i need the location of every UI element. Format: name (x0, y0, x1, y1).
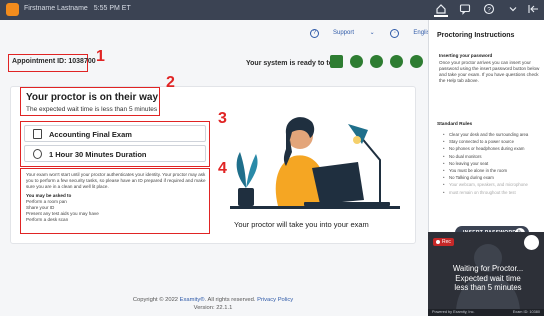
annotation-number-3: 3 (218, 110, 227, 127)
support-label: Support (333, 30, 355, 36)
webcam-icon (370, 55, 383, 68)
globe-icon: ◦ (390, 29, 400, 38)
support-menu[interactable]: ? Support ⌄ (310, 29, 375, 38)
exam-duration: 1 Hour 30 Minutes Duration (49, 150, 147, 159)
chevron-down-icon[interactable] (506, 3, 520, 17)
exam-info-text: Your exam won't start until your proctor… (26, 172, 208, 223)
rule-item: must remain on throughout the test (443, 189, 543, 196)
rule-item: Stay connected to a power source (443, 138, 543, 145)
chat-icon[interactable] (458, 3, 472, 17)
powered-by-text: Powered by Examity, Inc. (432, 310, 475, 314)
appointment-id: Appointment ID: 1038700 (12, 58, 96, 65)
annotation-number-2: 2 (166, 74, 175, 91)
standard-rules-heading: Standard Rules (437, 122, 473, 127)
rule-item: No leaving your seat (443, 160, 543, 167)
microphone-icon (390, 55, 403, 68)
panel-toolbar: ? (428, 0, 544, 20)
info-task: Perform a desk scan (26, 217, 69, 222)
exam-name-row: Accounting Final Exam (24, 125, 206, 142)
rule-item: Clear your desk and the surrounding area (443, 131, 543, 138)
rule-item: You must be alone in the room (443, 167, 543, 174)
waiting-for-proctor: Waiting for Proctor... (452, 264, 524, 273)
annotation-number-1: 1 (96, 48, 105, 65)
proctor-status-title: Your proctor is on their way (26, 92, 159, 103)
user-info: Firstname Lastname 5:55 PM ET (24, 5, 131, 12)
network-icon (410, 55, 423, 68)
help-icon[interactable]: ? (482, 3, 496, 17)
waiting-illustration (230, 117, 400, 209)
version-text: Version: 22.1.1 (193, 305, 233, 311)
exam-id-text: Exam ID: 10380 (512, 310, 540, 314)
annotation-number-4: 4 (218, 160, 227, 177)
copyright-text: Copyright © 2022 (132, 297, 179, 303)
rule-item: Your webcam, speakers, and microphone (443, 181, 543, 188)
clock-time: 5:55 PM ET (93, 5, 131, 12)
wait-duration: less than 5 minutes (454, 283, 522, 292)
illustration-caption: Your proctor will take you into your exa… (234, 220, 369, 229)
expected-wait-label: Expected wait time (455, 273, 521, 283)
examity-link[interactable]: Examity® (180, 297, 205, 303)
rules-list: Clear your desk and the surrounding area… (443, 131, 543, 196)
help-circle-icon: ? (310, 29, 319, 38)
insert-password-heading: Inserting your password (439, 53, 493, 58)
system-ready-text: Your system is ready to test! (246, 60, 342, 67)
page-footer: Copyright © 2022 Examity®. All rights re… (118, 296, 308, 312)
collapse-panel-icon[interactable] (526, 3, 540, 17)
exam-duration-row: 1 Hour 30 Minutes Duration (24, 145, 206, 162)
home-icon[interactable] (434, 3, 448, 17)
rule-item: No Talking during exam (443, 174, 543, 181)
examity-logo (6, 3, 19, 16)
info-intro: Your exam won't start until your proctor… (26, 172, 206, 189)
insert-password-text: Once your proctor arrives you can insert… (439, 60, 540, 83)
waiting-message: Waiting for Proctor... Expected wait tim… (438, 264, 538, 293)
stopwatch-icon (33, 149, 42, 159)
monitor-icon (330, 55, 343, 68)
video-status-bar: Powered by Examity, Inc. Exam ID: 10380 (428, 309, 544, 316)
panel-title: Proctoring Instructions (437, 32, 515, 39)
webcam-preview: Rec Waiting for Proctor... Expected wait… (428, 232, 544, 310)
privacy-policy-link[interactable]: Privacy Policy (257, 297, 293, 303)
user-name: Firstname Lastname (24, 5, 88, 12)
expected-wait-text: The expected wait time is less than 5 mi… (26, 106, 158, 113)
svg-text:?: ? (487, 6, 491, 13)
recording-indicator: Rec (433, 238, 454, 246)
exam-name: Accounting Final Exam (49, 130, 132, 139)
chrome-icon (350, 55, 363, 68)
document-icon (33, 129, 42, 139)
rights-text: . All rights reserved. (204, 297, 256, 303)
rule-item: No phones or headphones during exam (443, 145, 543, 152)
rule-item: No dual monitors (443, 153, 543, 160)
camera-toggle-icon[interactable] (524, 235, 539, 250)
